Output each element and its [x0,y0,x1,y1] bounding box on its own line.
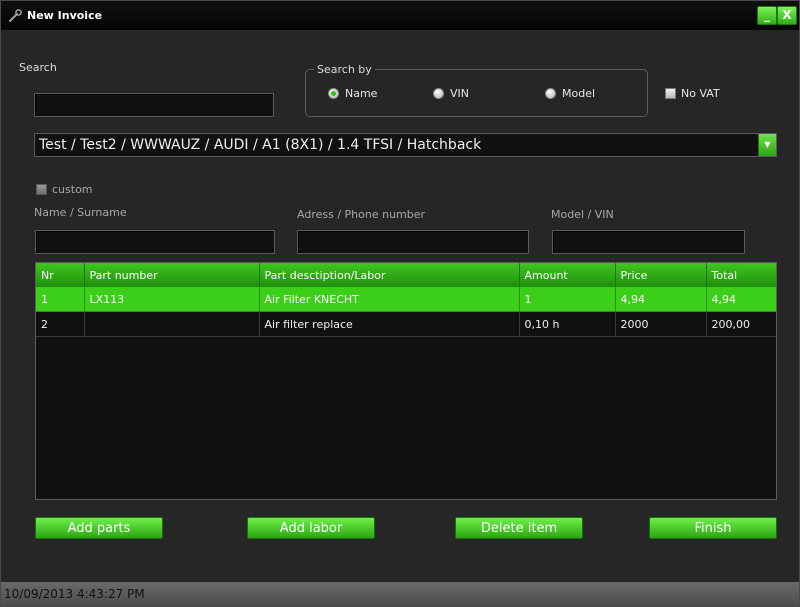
invoice-window: New Invoice _ X Search Search by Name VI… [0,0,800,607]
cell-nr: 2 [36,311,85,337]
table-header: Nr Part number Part desctiption/Labor Am… [36,263,776,287]
cell-price: 2000 [615,311,707,337]
cell-amount: 1 [519,287,616,312]
radio-unselected-icon [545,88,556,99]
name-surname-label: Name / Surname [34,206,127,219]
search-by-group: Search by Name VIN Model [305,63,648,117]
radio-name-label: Name [345,87,378,100]
chevron-down-icon[interactable]: ▼ [758,134,776,156]
table-row[interactable]: 1 LX113 Air Filter KNECHT 1 4,94 4,94 [36,287,776,312]
radio-vin-label: VIN [450,87,469,100]
column-header-price[interactable]: Price [615,263,707,287]
cell-total: 200,00 [706,311,776,337]
model-vin-field[interactable] [552,230,745,254]
close-button[interactable]: X [777,6,797,25]
vehicle-combo-value: Test / Test2 / WWWAUZ / AUDI / A1 (8X1) … [39,137,482,153]
cell-description: Air Filter KNECHT [259,287,520,312]
column-header-amount[interactable]: Amount [519,263,616,287]
no-vat-label: No VAT [681,87,720,100]
table-row[interactable]: 2 Air filter replace 0,10 h 2000 200,00 [36,311,776,337]
finish-button[interactable]: Finish [649,517,777,539]
radio-model[interactable]: Model [545,87,595,100]
add-labor-button[interactable]: Add labor [247,517,375,539]
radio-selected-icon [328,88,339,99]
column-header-description[interactable]: Part desctiption/Labor [259,263,520,287]
custom-label: custom [52,183,93,196]
address-phone-field[interactable] [297,230,529,254]
address-phone-label: Adress / Phone number [297,208,426,221]
search-by-legend: Search by [314,63,375,76]
cell-part-number [84,311,260,337]
no-vat-checkbox[interactable]: No VAT [665,87,720,100]
invoice-items-table: Nr Part number Part desctiption/Labor Am… [35,262,777,500]
search-input[interactable] [34,93,274,117]
radio-vin[interactable]: VIN [433,87,469,100]
window-title: New Invoice [27,9,103,22]
delete-item-button[interactable]: Delete item [455,517,583,539]
cell-part-number: LX113 [84,287,260,312]
status-datetime: 10/09/2013 4:43:27 PM [4,587,145,601]
column-header-nr[interactable]: Nr [36,263,85,287]
wrench-icon [7,8,23,24]
radio-name[interactable]: Name [328,87,377,100]
status-bar: 10/09/2013 4:43:27 PM [1,582,799,606]
checkbox-icon [36,184,47,195]
title-bar: New Invoice _ X [1,1,799,30]
radio-model-label: Model [562,87,596,100]
model-vin-label: Model / VIN [551,208,614,221]
minimize-button[interactable]: _ [757,6,777,25]
cell-amount: 0,10 h [519,311,616,337]
cell-price: 4,94 [615,287,707,312]
column-header-total[interactable]: Total [706,263,776,287]
cell-description: Air filter replace [259,311,520,337]
vehicle-combo[interactable]: Test / Test2 / WWWAUZ / AUDI / A1 (8X1) … [34,133,777,157]
name-surname-field[interactable] [35,230,275,254]
custom-checkbox[interactable]: custom [36,183,93,196]
radio-unselected-icon [433,88,444,99]
cell-total: 4,94 [706,287,776,312]
main-panel: Search Search by Name VIN Model No VAT T… [8,30,792,582]
add-parts-button[interactable]: Add parts [35,517,163,539]
checkbox-icon [665,88,676,99]
column-header-part-number[interactable]: Part number [84,263,260,287]
search-label: Search [19,61,57,74]
cell-nr: 1 [36,287,85,312]
